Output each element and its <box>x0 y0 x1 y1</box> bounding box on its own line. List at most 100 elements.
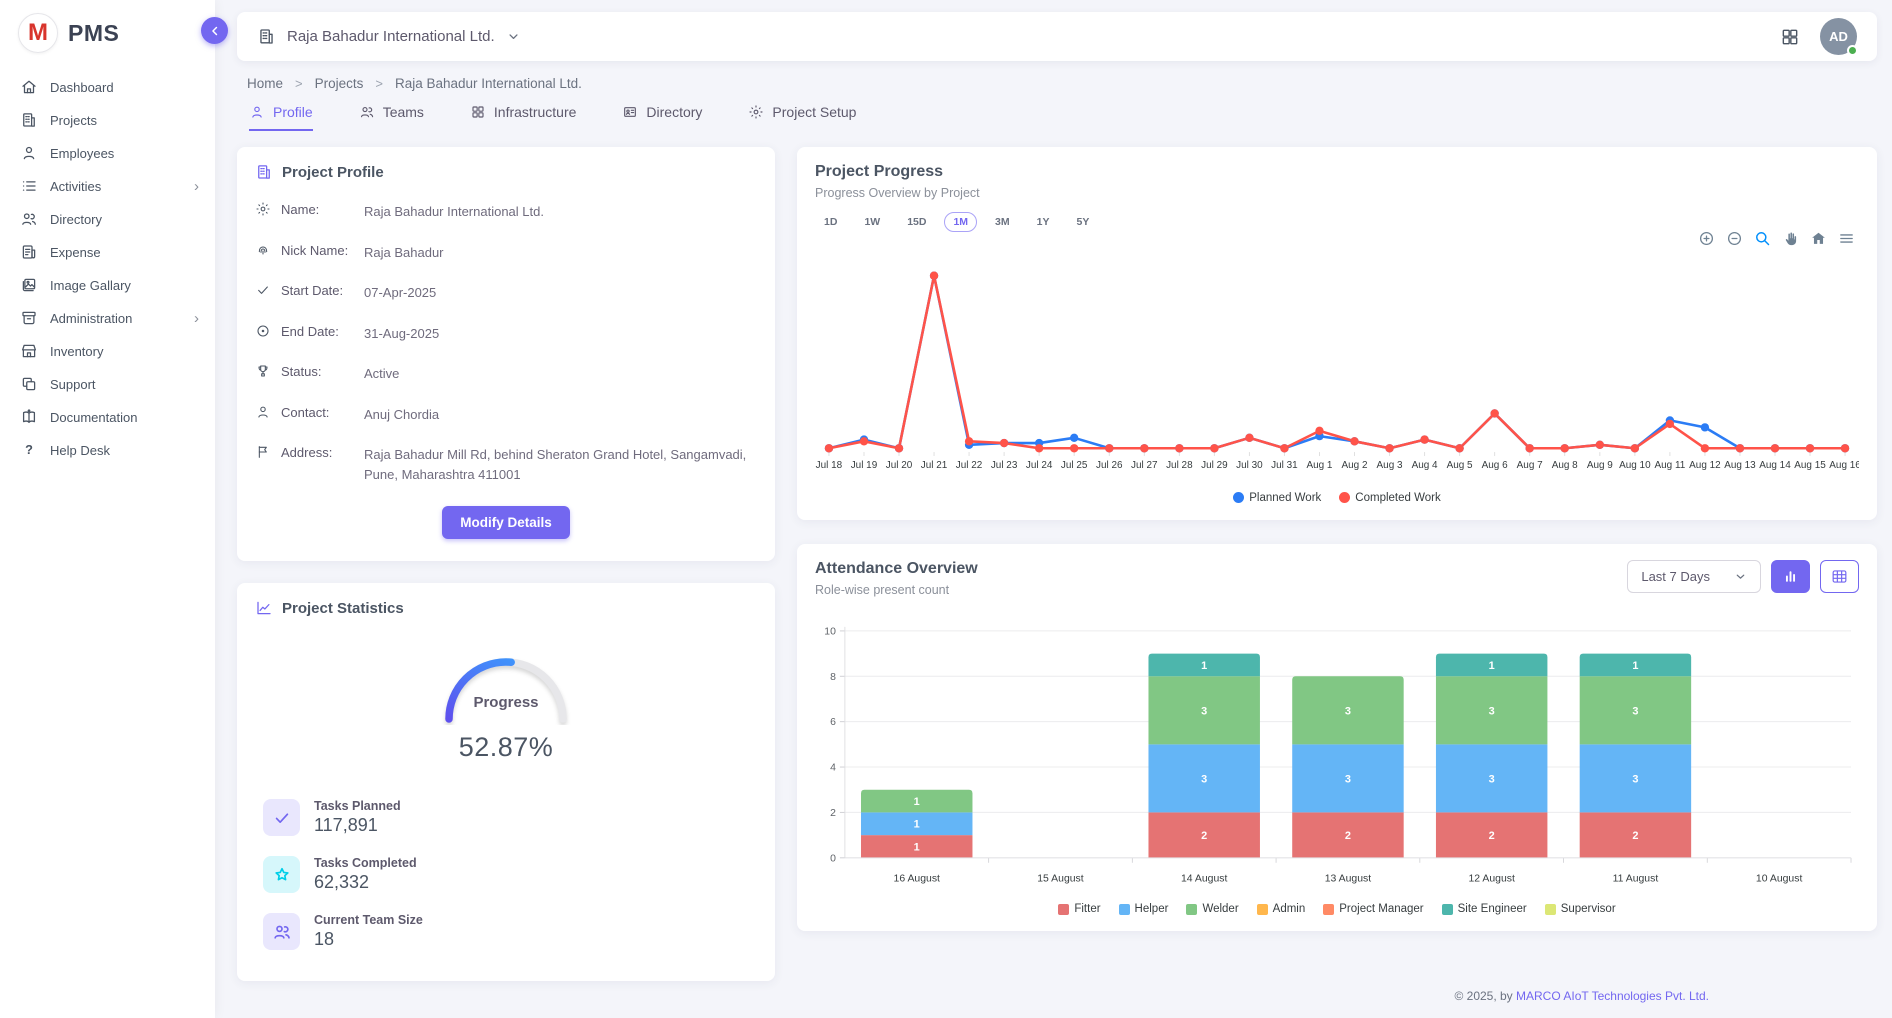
stat-text: Current Team Size18 <box>314 913 423 950</box>
stat-label: Current Team Size <box>314 913 423 927</box>
range-3m[interactable]: 3M <box>986 212 1019 232</box>
avatar[interactable]: AD <box>1820 18 1857 55</box>
svg-text:Aug 16: Aug 16 <box>1829 460 1859 471</box>
range-1w[interactable]: 1W <box>855 212 889 232</box>
legend-site-engineer[interactable]: Site Engineer <box>1442 903 1527 915</box>
store-icon <box>20 342 38 360</box>
svg-text:Jul 21: Jul 21 <box>921 460 948 471</box>
svg-text:13 August: 13 August <box>1325 874 1372 885</box>
tab-label: Profile <box>273 104 313 120</box>
project-progress-chart[interactable]: Jul 18Jul 19Jul 20Jul 21Jul 22Jul 23Jul … <box>815 255 1859 488</box>
sidebar-item-help-desk[interactable]: ? Help Desk <box>0 435 215 465</box>
menu-icon[interactable] <box>1838 230 1855 247</box>
svg-text:2: 2 <box>1345 830 1351 842</box>
svg-text:Aug 4: Aug 4 <box>1412 460 1438 471</box>
sidebar-item-inventory[interactable]: Inventory <box>0 336 215 366</box>
tab-profile[interactable]: Profile <box>249 104 313 131</box>
legend-completed-work[interactable]: Completed Work <box>1339 492 1440 504</box>
zoom-in-icon[interactable] <box>1698 230 1715 247</box>
sidebar-item-documentation[interactable]: Documentation <box>0 402 215 432</box>
sidebar-item-employees[interactable]: Employees <box>0 138 215 168</box>
legend-fitter[interactable]: Fitter <box>1058 903 1100 915</box>
sidebar-item-image-gallary[interactable]: Image Gallary <box>0 270 215 300</box>
sidebar-item-support[interactable]: Support <box>0 369 215 399</box>
chart-line-icon <box>255 599 273 617</box>
legend-admin[interactable]: Admin <box>1257 903 1306 915</box>
svg-text:16 August: 16 August <box>894 874 941 885</box>
tab-teams[interactable]: Teams <box>359 104 424 131</box>
person-icon <box>255 404 272 420</box>
breadcrumb-separator: > <box>295 76 303 91</box>
chevron-right-icon: › <box>194 311 199 326</box>
archive-icon <box>20 309 38 327</box>
svg-text:Aug 15: Aug 15 <box>1794 460 1826 471</box>
sidebar-item-administration[interactable]: Administration› <box>0 303 215 333</box>
sidebar-item-expense[interactable]: Expense <box>0 237 215 267</box>
selection-zoom-icon[interactable] <box>1754 230 1771 247</box>
table-view-toggle[interactable] <box>1820 560 1859 593</box>
apps-grid-icon[interactable] <box>1780 27 1800 47</box>
profile-field-label: End Date: <box>281 324 355 339</box>
date-range-select[interactable]: Last 7 Days <box>1627 560 1761 593</box>
tab-bar: Profile Teams Infrastructure Directory Proje… <box>249 104 1877 131</box>
home-icon <box>20 78 38 96</box>
range-1y[interactable]: 1Y <box>1028 212 1059 232</box>
company-switcher[interactable]: Raja Bahadur International Ltd. <box>257 27 521 46</box>
sidebar-item-label: Expense <box>50 245 101 260</box>
stat-tasks-completed: Tasks Completed62,332 <box>255 856 757 893</box>
sidebar-item-label: Help Desk <box>50 443 110 458</box>
profile-field-label: Status: <box>281 364 355 379</box>
brand-name: PMS <box>68 20 119 47</box>
profile-field-label: Contact: <box>281 405 355 420</box>
breadcrumb-item-home[interactable]: Home <box>247 76 283 91</box>
profile-field-value: Active <box>364 364 757 384</box>
tab-directory[interactable]: Directory <box>622 104 702 131</box>
stat-current-team-size: Current Team Size18 <box>255 913 757 950</box>
tab-label: Infrastructure <box>494 104 576 120</box>
sidebar-item-label: Image Gallary <box>50 278 131 293</box>
range-1d[interactable]: 1D <box>815 212 846 232</box>
help-icon: ? <box>20 441 38 459</box>
legend-label: Planned Work <box>1249 492 1321 504</box>
legend-project-manager[interactable]: Project Manager <box>1323 903 1423 915</box>
sidebar-collapse-button[interactable] <box>201 17 228 44</box>
legend-marker <box>1323 904 1334 915</box>
legend-planned-work[interactable]: Planned Work <box>1233 492 1321 504</box>
svg-text:11 August: 11 August <box>1613 874 1659 885</box>
svg-text:Jul 31: Jul 31 <box>1271 460 1298 471</box>
book-icon <box>20 408 38 426</box>
range-5y[interactable]: 5Y <box>1067 212 1098 232</box>
brand-logo[interactable]: M PMS <box>0 0 215 69</box>
svg-text:1: 1 <box>914 796 920 808</box>
legend-label: Project Manager <box>1339 903 1423 915</box>
sidebar-item-dashboard[interactable]: Dashboard <box>0 72 215 102</box>
sidebar-item-directory[interactable]: Directory <box>0 204 215 234</box>
bar-view-toggle[interactable] <box>1771 560 1810 593</box>
range-1m[interactable]: 1M <box>944 212 977 232</box>
pan-icon[interactable] <box>1782 230 1799 247</box>
sidebar-item-activities[interactable]: Activities› <box>0 171 215 201</box>
legend-supervisor[interactable]: Supervisor <box>1545 903 1616 915</box>
footer-company-link[interactable]: MARCO AIoT Technologies Pvt. Ltd. <box>1516 989 1709 1003</box>
svg-text:Aug 5: Aug 5 <box>1447 460 1473 471</box>
attendance-chart[interactable]: 024681011116 August15 August233114 Augus… <box>815 611 1859 900</box>
main-content: Raja Bahadur International Ltd. AD Home >… <box>215 0 1892 1018</box>
sidebar-item-projects[interactable]: Projects <box>0 105 215 135</box>
modify-details-button[interactable]: Modify Details <box>442 506 570 539</box>
breadcrumb-item-raja-bahadur-international-ltd-: Raja Bahadur International Ltd. <box>395 76 582 91</box>
legend-helper[interactable]: Helper <box>1119 903 1169 915</box>
svg-text:14 August: 14 August <box>1181 874 1228 885</box>
legend-marker <box>1442 904 1453 915</box>
svg-text:4: 4 <box>830 762 836 773</box>
tab-infrastructure[interactable]: Infrastructure <box>470 104 576 131</box>
project-progress-title: Project Progress <box>815 163 1859 181</box>
home-icon[interactable] <box>1810 230 1827 247</box>
svg-text:Aug 13: Aug 13 <box>1724 460 1756 471</box>
svg-text:Aug 1: Aug 1 <box>1306 460 1332 471</box>
people-icon <box>359 104 375 120</box>
zoom-out-icon[interactable] <box>1726 230 1743 247</box>
breadcrumb-item-projects[interactable]: Projects <box>315 76 364 91</box>
legend-welder[interactable]: Welder <box>1186 903 1238 915</box>
tab-project-setup[interactable]: Project Setup <box>748 104 856 131</box>
range-15d[interactable]: 15D <box>898 212 935 232</box>
